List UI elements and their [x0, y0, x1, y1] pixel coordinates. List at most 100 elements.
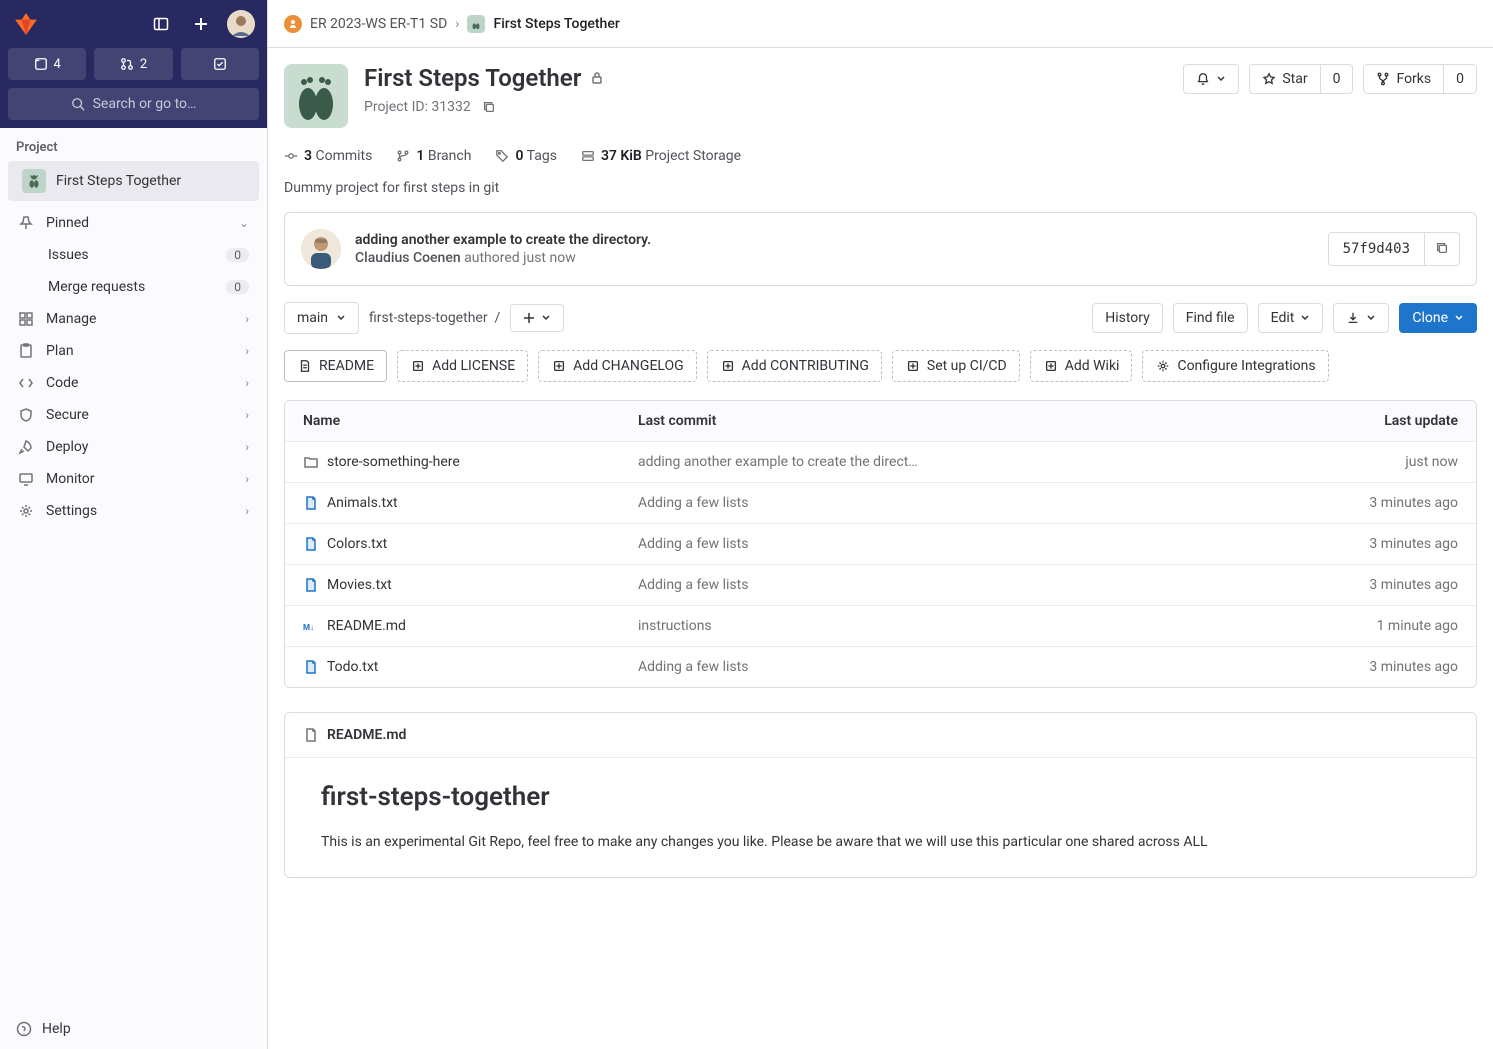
copy-sha-button[interactable] [1425, 232, 1460, 266]
suggest-readme[interactable]: README [284, 350, 387, 382]
commit-message[interactable]: adding another example to create the dir… [355, 232, 1314, 248]
download-button[interactable] [1333, 303, 1389, 333]
suggest-set-up-ci-cd[interactable]: Set up CI/CD [892, 350, 1020, 382]
table-row: Colors.txtAdding a few lists3 minutes ag… [285, 523, 1476, 564]
breadcrumb-group[interactable]: ER 2023-WS ER-T1 SD [310, 16, 447, 32]
table-row: Movies.txtAdding a few lists3 minutes ag… [285, 564, 1476, 605]
file-commit-link[interactable]: Adding a few lists [638, 659, 1308, 675]
main-content: ER 2023-WS ER-T1 SD › First Steps Togeth… [268, 0, 1493, 1049]
nav-secure[interactable]: Secure› [8, 399, 259, 431]
file-commit-link[interactable]: adding another example to create the dir… [638, 454, 1308, 470]
table-row: store-something-here adding another examp… [285, 441, 1476, 482]
repo-path[interactable]: first-steps-together / [369, 310, 500, 326]
gitlab-logo[interactable] [12, 10, 40, 38]
sidebar-toggle-icon[interactable] [147, 10, 175, 38]
file-commit-link[interactable]: Adding a few lists [638, 536, 1308, 552]
chevron-right-icon: › [245, 312, 249, 326]
chevron-down-icon [336, 313, 346, 323]
table-row: Todo.txt Adding a few lists3 minutes ago [285, 646, 1476, 687]
file-name-link[interactable]: Todo.txt [327, 659, 378, 675]
nav-pinned-issues[interactable]: Issues 0 [38, 239, 259, 271]
project-avatar-icon [467, 15, 485, 33]
nav-pinned-merge-requests[interactable]: Merge requests 0 [38, 271, 259, 303]
sidebar-header: 4 2 Search or go to… [0, 0, 267, 128]
edit-button[interactable]: Edit [1258, 303, 1324, 333]
copy-id-button[interactable] [479, 97, 499, 117]
stat-tags[interactable]: 0 Tags [495, 148, 557, 164]
file-icon [303, 536, 319, 552]
file-name-link[interactable]: README.md [327, 618, 406, 634]
folder-icon [303, 454, 319, 470]
suggest-add-wiki[interactable]: Add Wiki [1030, 350, 1133, 382]
assigned-issues-button[interactable]: 4 [8, 48, 86, 80]
suggest-add-license[interactable]: Add LICENSE [397, 350, 528, 382]
nav-label: Pinned [46, 215, 89, 231]
nav-settings[interactable]: Settings › [8, 495, 259, 527]
suggest-configure-integrations[interactable]: Configure Integrations [1142, 350, 1328, 382]
user-avatar[interactable] [227, 10, 255, 38]
breadcrumb-project[interactable]: First Steps Together [493, 16, 619, 32]
suggest-add-changelog[interactable]: Add CHANGELOG [538, 350, 697, 382]
assigned-mrs-count: 2 [140, 57, 147, 72]
star-button[interactable]: Star [1249, 64, 1320, 94]
commit-sha[interactable]: 57f9d403 [1328, 232, 1425, 266]
project-avatar [284, 64, 348, 128]
file-commit-link[interactable]: Adding a few lists [638, 577, 1308, 593]
stat-commits[interactable]: 3 Commits [284, 148, 372, 164]
file-name-link[interactable]: store-something-here [327, 454, 460, 470]
file-name-link[interactable]: Colors.txt [327, 536, 387, 552]
chevron-down-icon [1454, 313, 1464, 323]
nav-monitor[interactable]: Monitor› [8, 463, 259, 495]
file-commit-link[interactable]: instructions [638, 618, 1308, 634]
search-input[interactable]: Search or go to… [8, 88, 259, 120]
notifications-button[interactable] [1183, 64, 1239, 94]
find-file-button[interactable]: Find file [1173, 303, 1248, 333]
stat-branches[interactable]: 1 Branch [396, 148, 471, 164]
history-button[interactable]: History [1092, 303, 1163, 333]
file-name-link[interactable]: Movies.txt [327, 577, 392, 593]
files-table: Name Last commit Last update store-somet… [284, 400, 1477, 688]
create-new-icon[interactable] [187, 10, 215, 38]
chevron-right-icon: › [245, 472, 249, 486]
fork-icon [1376, 72, 1390, 86]
file-time: 3 minutes ago [1308, 659, 1458, 675]
nav-label: Plan [46, 343, 74, 359]
nav-label: Settings [46, 503, 97, 519]
nav-manage[interactable]: Manage› [8, 303, 259, 335]
bell-icon [1196, 72, 1210, 86]
nav-label: Deploy [46, 439, 88, 455]
chevron-down-icon [541, 313, 551, 323]
forks-button[interactable]: Forks [1363, 64, 1444, 94]
commit-author-avatar[interactable] [301, 229, 341, 269]
star-count[interactable]: 0 [1321, 64, 1354, 94]
file-icon [303, 577, 319, 593]
plus-icon [523, 312, 535, 324]
download-icon [1346, 311, 1360, 325]
readme-panel: README.md first-steps-together This is a… [284, 712, 1477, 878]
nav-code[interactable]: Code› [8, 367, 259, 399]
nav-plan[interactable]: Plan› [8, 335, 259, 367]
plus-icon [551, 358, 567, 374]
chevron-right-icon: › [245, 504, 249, 518]
nav-pinned[interactable]: Pinned ⌄ [8, 207, 259, 239]
assigned-mrs-button[interactable]: 2 [94, 48, 172, 80]
add-to-tree-button[interactable] [510, 304, 564, 332]
todos-button[interactable] [181, 48, 259, 80]
suggest-add-contributing[interactable]: Add CONTRIBUTING [707, 350, 882, 382]
file-name-link[interactable]: Animals.txt [327, 495, 398, 511]
nav-deploy[interactable]: Deploy› [8, 431, 259, 463]
readme-filename[interactable]: README.md [327, 727, 406, 743]
star-label: Star [1282, 72, 1307, 86]
stat-storage[interactable]: 37 KiB Project Storage [581, 148, 741, 164]
sidebar-project-link[interactable]: First Steps Together [8, 161, 259, 201]
file-commit-link[interactable]: Adding a few lists [638, 495, 1308, 511]
forks-label: Forks [1396, 72, 1431, 86]
branch-selector[interactable]: main [284, 302, 359, 334]
help-button[interactable]: Help [0, 1008, 267, 1049]
plus-icon [1043, 358, 1059, 374]
plus-icon [720, 358, 736, 374]
project-title: First Steps Together [364, 64, 1167, 93]
clone-button[interactable]: Clone [1399, 303, 1477, 333]
forks-count[interactable]: 0 [1444, 64, 1477, 94]
commit-author-line: Claudius Coenen authored just now [355, 250, 1314, 266]
